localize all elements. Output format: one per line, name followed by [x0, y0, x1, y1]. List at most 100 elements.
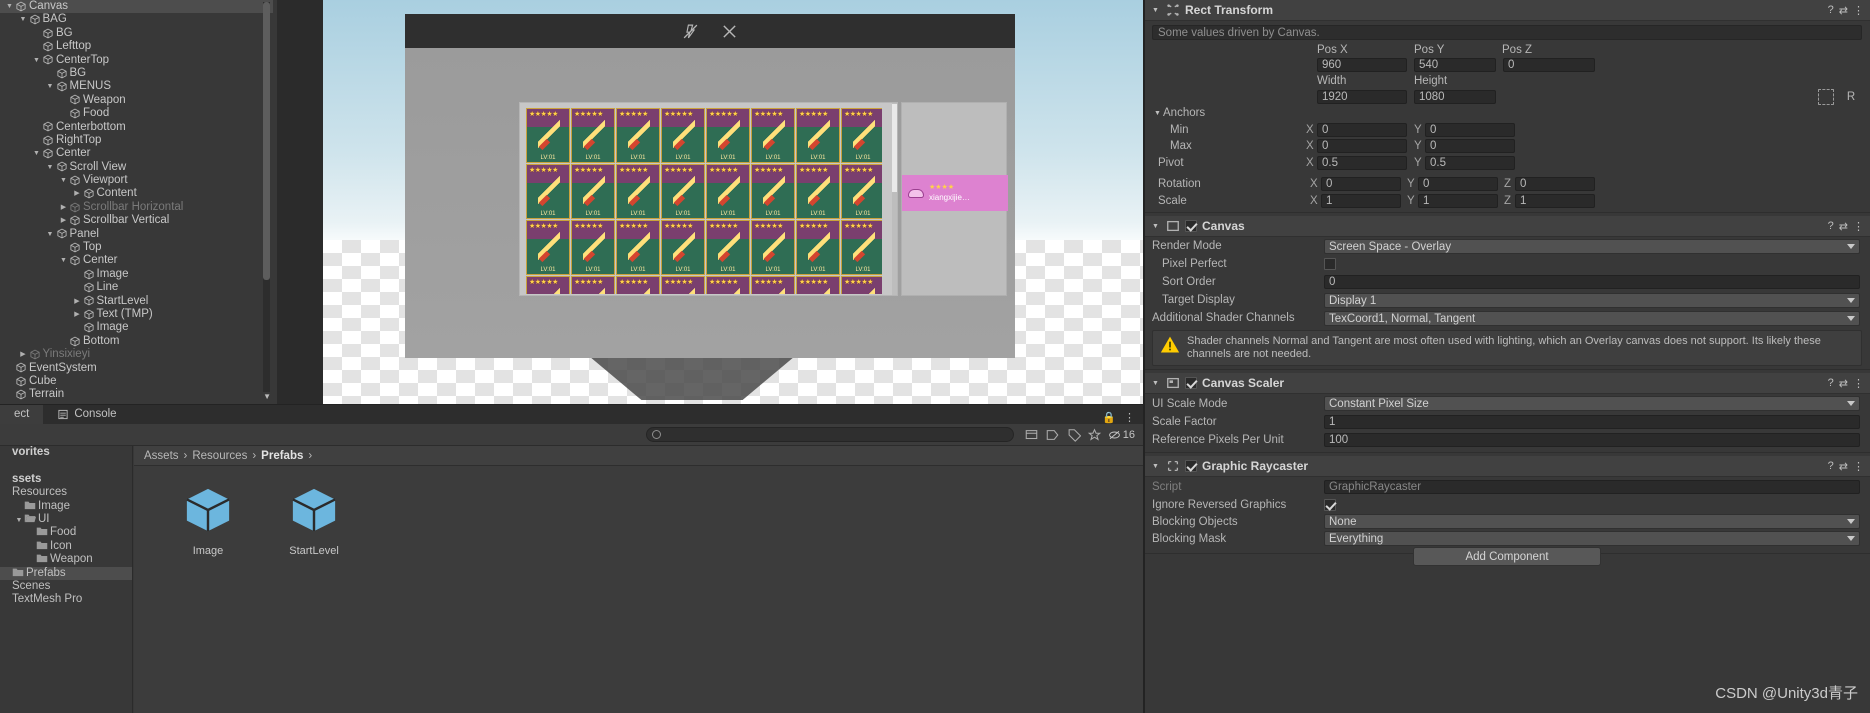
rotation-x-field[interactable]: 0 [1321, 177, 1401, 192]
graphic-raycaster-foldout-icon[interactable]: ▼ [1150, 463, 1161, 470]
inventory-item-card[interactable]: ★★★★★LV:01 [661, 220, 705, 275]
inventory-item-card[interactable]: ★★★★★LV:01 [796, 220, 840, 275]
asset-grid[interactable]: Image StartLevel [134, 466, 1143, 557]
chevron-right-icon[interactable]: ▶ [58, 201, 69, 214]
item-grid[interactable]: ★★★★★ LV:01 ★★★★★ LV:01 ★★★★★ LV:01 ★★★★★ LV:01… [526, 108, 882, 294]
hierarchy-item-righttop[interactable]: ▶ RightTop [0, 134, 273, 147]
hierarchy-item-menus[interactable]: ▼ MENUS [0, 80, 273, 93]
graphic-raycaster-enabled-checkbox[interactable] [1185, 460, 1197, 472]
graphic-raycaster-header[interactable]: ▼ Graphic Raycaster ? ⇄ ⋮ [1144, 456, 1870, 477]
inventory-item-card[interactable]: ★★★★★LV:01 [841, 164, 882, 219]
canvas-enabled-checkbox[interactable] [1185, 220, 1197, 232]
canvas-scaler-help-icon[interactable]: ? [1828, 377, 1834, 389]
inventory-item-card[interactable]: ★★★★★LV:01 [841, 276, 882, 294]
anchors-foldout-icon[interactable]: ▼ [1152, 110, 1163, 117]
inventory-item-card[interactable]: ★★★★★LV:01 [616, 108, 660, 163]
chevron-right-icon[interactable]: ▶ [72, 308, 83, 321]
hierarchy-item-image[interactable]: ▶ Image [0, 268, 273, 281]
inventory-item-card[interactable]: ★★★★★LV:01 [616, 276, 660, 294]
chevron-right-icon[interactable]: ▶ [72, 187, 83, 200]
inventory-item-card[interactable]: ★★★★★LV:01 [796, 276, 840, 294]
canvas-component-header[interactable]: ▼ Canvas ? ⇄ ⋮ [1144, 216, 1870, 237]
inventory-item-card[interactable]: ★★★★★LV:01 [526, 220, 570, 275]
canvas-scaler-menu-icon[interactable]: ⋮ [1853, 377, 1864, 390]
inventory-item-card[interactable]: ★★★★★LV:01 [571, 220, 615, 275]
inventory-item-card[interactable]: ★★★★★LV:01 [571, 108, 615, 163]
scale-y-field[interactable]: 1 [1418, 193, 1498, 208]
panel-menu-icon[interactable]: ⋮ [1124, 411, 1135, 424]
chevron-down-icon[interactable]: ▼ [45, 228, 56, 241]
pixel-perfect-row[interactable]: Pixel Perfect [1144, 255, 1870, 273]
hierarchy-item-bag[interactable]: ▼ BAG [0, 13, 273, 26]
blocking-objects-dropdown[interactable]: None [1324, 514, 1860, 529]
filter-by-type-icon[interactable] [1024, 428, 1039, 442]
chevron-down-icon[interactable]: ▼ [45, 161, 56, 174]
blocking-mask-row[interactable]: Blocking Mask Everything [1144, 530, 1870, 547]
hierarchy-item-centerbottom[interactable]: ▶ Centerbottom [0, 121, 273, 134]
hierarchy-item-text-tmp-[interactable]: ▶ Text (TMP) [0, 308, 273, 321]
item-detail-row[interactable]: ★★★★ xiangxijie… [902, 175, 1008, 211]
chevron-down-icon[interactable]: ▼ [58, 254, 69, 267]
search-input[interactable] [646, 427, 1014, 442]
project-tree-item-vorites[interactable]: vorites [0, 446, 132, 459]
hierarchy-scrollbar-thumb[interactable] [263, 2, 270, 280]
project-tree-item-textmesh-pro[interactable]: TextMesh Pro [0, 593, 132, 606]
hierarchy-item-centertop[interactable]: ▼ CenterTop [0, 54, 273, 67]
tab-project[interactable]: ect [0, 405, 44, 424]
width-field[interactable]: 1920 [1317, 89, 1407, 104]
filter-by-label-icon[interactable] [1045, 428, 1060, 442]
hierarchy-item-weapon[interactable]: ▶ Weapon [0, 94, 273, 107]
canvas-preset-icon[interactable]: ⇄ [1839, 220, 1848, 233]
height-field[interactable]: 1080 [1414, 89, 1496, 104]
canvas-menu-icon[interactable]: ⋮ [1853, 220, 1864, 233]
sort-order-row[interactable]: Sort Order 0 [1144, 273, 1870, 291]
inventory-item-card[interactable]: ★★★★★LV:01 [526, 276, 570, 294]
graphic-raycaster-menu-icon[interactable]: ⋮ [1853, 460, 1864, 473]
inventory-item-card[interactable]: ★★★★★LV:01 [661, 276, 705, 294]
panel-divider[interactable] [1143, 0, 1145, 713]
canvas-foldout-icon[interactable]: ▼ [1150, 223, 1161, 230]
hierarchy-item-center[interactable]: ▼ Center [0, 254, 273, 267]
breadcrumb[interactable]: Assets › Resources › Prefabs › [134, 446, 1143, 466]
target-display-row[interactable]: Target Display Display 1 [1144, 291, 1870, 309]
rect-transform-preset-icon[interactable]: ⇄ [1839, 4, 1848, 17]
target-display-dropdown[interactable]: Display 1 [1324, 292, 1860, 308]
ui-scale-mode-dropdown[interactable]: Constant Pixel Size [1324, 396, 1860, 411]
blueprint-mode-button[interactable] [1818, 88, 1834, 105]
pivot-row[interactable]: Pivot X 0.5 Y 0.5 [1144, 155, 1870, 172]
ui-scale-mode-row[interactable]: UI Scale Mode Constant Pixel Size [1144, 394, 1870, 413]
hierarchy-panel[interactable]: ▼Canvas▼BAG▶BG▶Lefttop▼CenterTop▶BG▼MENU… [0, 0, 273, 404]
item-detail-panel[interactable]: ★★★★ xiangxijie… [901, 102, 1008, 296]
hierarchy-item-lefttop[interactable]: ▶ Lefttop [0, 40, 273, 53]
hierarchy-item-cube[interactable]: ▶ Cube [0, 375, 273, 388]
inventory-item-card[interactable]: ★★★★★LV:01 [751, 108, 795, 163]
rect-transform-header[interactable]: ▼ Rect Transform ? ⇄ ⋮ [1144, 0, 1870, 21]
rect-transform-help-icon[interactable]: ? [1828, 4, 1834, 16]
inventory-item-card[interactable]: ★★★★★LV:01 [526, 108, 570, 163]
inventory-item-card[interactable]: ★★★★★LV:01 [571, 276, 615, 294]
chevron-down-icon[interactable]: ▼ [58, 174, 69, 187]
project-tree-item-ui[interactable]: ▼ UI [0, 513, 132, 526]
item-grid-scrollbar-track[interactable] [892, 103, 897, 295]
project-folder-tree[interactable]: vorites ssets Resources Image ▼ UI Food Icon Wea… [0, 446, 133, 713]
ignore-reversed-row[interactable]: Ignore Reversed Graphics [1144, 496, 1870, 513]
blocking-mask-dropdown[interactable]: Everything [1324, 531, 1860, 546]
hierarchy-item-content[interactable]: ▶ Content [0, 187, 273, 200]
project-tree-item-resources[interactable]: Resources [0, 486, 132, 499]
shader-channels-dropdown[interactable]: TexCoord1, Normal, Tangent [1324, 310, 1860, 326]
scale-z-field[interactable]: 1 [1515, 193, 1595, 208]
hierarchy-item-panel[interactable]: ▼ Panel [0, 228, 273, 241]
chevron-down-icon[interactable]: ▼ [14, 514, 24, 527]
canvas-scaler-enabled-checkbox[interactable] [1185, 377, 1197, 389]
rect-transform-menu-icon[interactable]: ⋮ [1853, 4, 1864, 17]
chevron-down-icon[interactable]: ▼ [4, 0, 15, 13]
canvas-scaler-header[interactable]: ▼ Canvas Scaler ? ⇄ ⋮ [1144, 373, 1870, 394]
inventory-item-card[interactable]: ★★★★★LV:01 [706, 220, 750, 275]
graphic-raycaster-help-icon[interactable]: ? [1828, 460, 1834, 472]
anchor-max-x-field[interactable]: 0 [1317, 139, 1407, 154]
rotation-z-field[interactable]: 0 [1515, 177, 1595, 192]
hierarchy-item-top[interactable]: ▶ Top [0, 241, 273, 254]
project-content-area[interactable]: Assets › Resources › Prefabs › Image Star… [134, 446, 1143, 713]
scale-factor-row[interactable]: Scale Factor 1 [1144, 413, 1870, 431]
hierarchy-item-viewport[interactable]: ▼ Viewport [0, 174, 273, 187]
